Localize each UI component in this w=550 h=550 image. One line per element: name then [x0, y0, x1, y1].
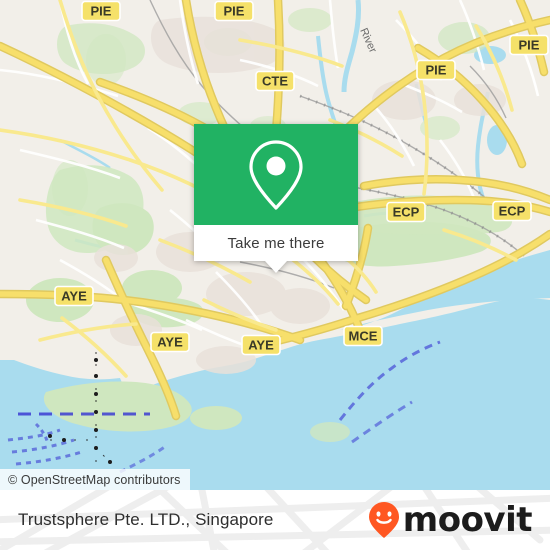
road-shield-aye: AYE	[241, 334, 281, 356]
attribution-text: © OpenStreetMap contributors	[8, 472, 181, 487]
road-shield-label: CTE	[262, 74, 288, 89]
popup-action-area[interactable]: Take me there	[194, 225, 358, 261]
moovit-brand[interactable]: moovit	[367, 500, 533, 540]
road-shield-label: ECP	[393, 205, 420, 220]
footer-bar: Trustsphere Pte. LTD., Singapore moovit	[0, 490, 550, 550]
road-shield-label: ECP	[499, 204, 526, 219]
location-pin-icon	[249, 139, 303, 210]
road-shield-pie: PIE	[81, 0, 121, 22]
map-share-card: River PIE PIE PIE CTE PIE ECP ECP AYE AYE AYE MCE …	[0, 0, 550, 550]
osm-attribution[interactable]: © OpenStreetMap contributors	[0, 469, 190, 490]
road-shield-aye: AYE	[54, 285, 94, 307]
road-shield-cte: CTE	[255, 70, 295, 92]
road-shield-label: PIE	[91, 4, 112, 19]
road-shield-label: AYE	[248, 338, 274, 353]
take-me-there-label: Take me there	[227, 234, 325, 252]
road-shield-pie: PIE	[509, 34, 549, 56]
moovit-smiley-pin-icon	[368, 502, 399, 538]
road-shield-label: PIE	[224, 4, 245, 19]
road-shield-label: AYE	[157, 335, 183, 350]
road-shield-pie: PIE	[416, 59, 456, 81]
moovit-wordmark: moovit	[402, 500, 533, 540]
road-shield-aye: AYE	[150, 331, 190, 353]
take-me-there-popup[interactable]: Take me there	[194, 124, 358, 273]
road-shield-label: MCE	[349, 329, 378, 344]
road-shield-ecp: ECP	[386, 201, 426, 223]
road-shield-mce: MCE	[343, 325, 383, 347]
road-shield-ecp: ECP	[492, 200, 532, 222]
popup-pointer	[265, 261, 287, 273]
road-shield-pie: PIE	[214, 0, 254, 22]
road-shield-label: PIE	[426, 63, 447, 78]
road-shield-label: PIE	[519, 38, 540, 53]
road-shield-label: AYE	[61, 289, 87, 304]
popup-icon-area	[194, 124, 358, 225]
place-title: Trustsphere Pte. LTD., Singapore	[18, 510, 274, 529]
